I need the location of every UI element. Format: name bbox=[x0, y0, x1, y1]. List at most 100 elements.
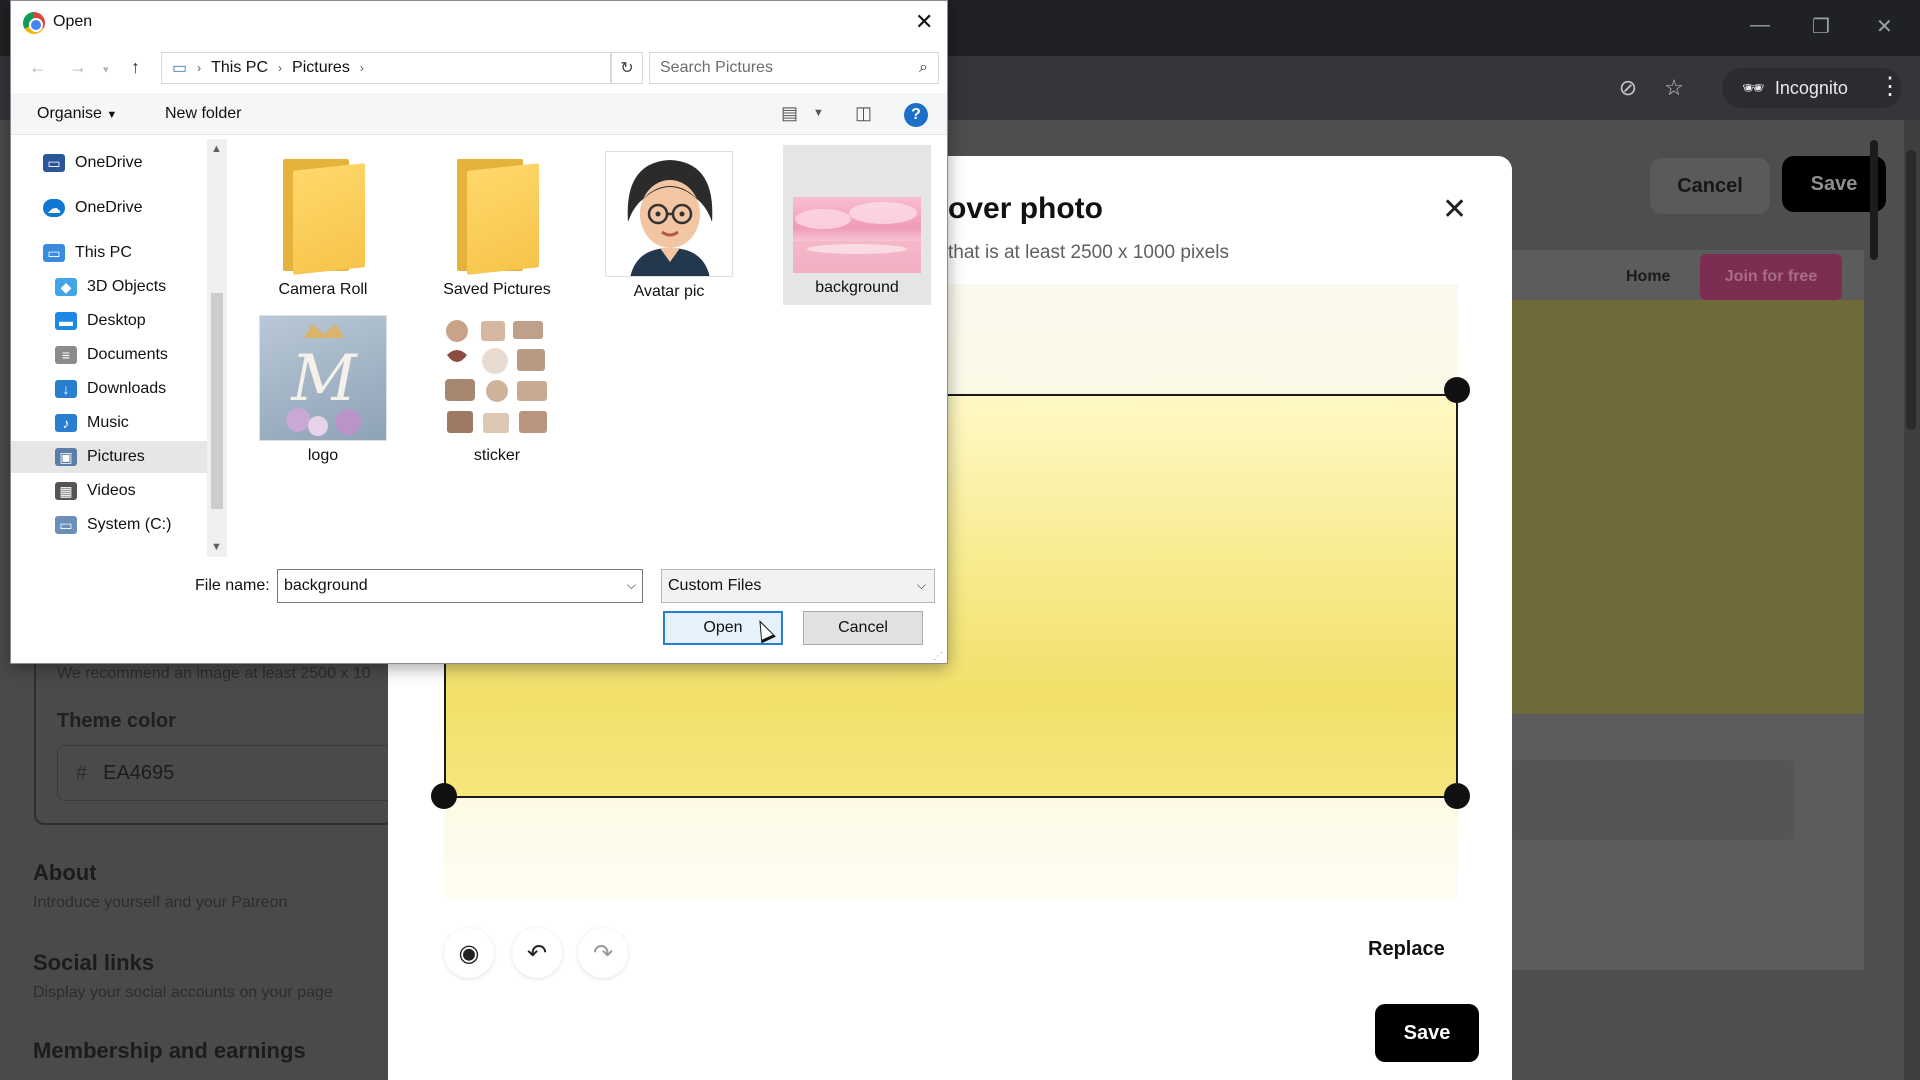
nav-item-downloads[interactable]: ↓ Downloads bbox=[11, 373, 211, 405]
nav-item-pictures[interactable]: ▣ Pictures bbox=[11, 441, 211, 473]
file-item-logo[interactable]: M logo bbox=[249, 309, 397, 469]
nav-item-this-pc[interactable]: ▭ This PC bbox=[11, 237, 211, 269]
file-view: Camera Roll Saved Pictures Avatar pic ba… bbox=[229, 139, 947, 557]
tracking-protection-icon[interactable]: ⊘ bbox=[1612, 72, 1644, 104]
browser-menu-icon[interactable]: ⋮ bbox=[1878, 72, 1902, 101]
file-type-dropdown-icon[interactable]: ⌵ bbox=[917, 578, 926, 593]
theme-color-value: EA4695 bbox=[103, 761, 175, 784]
bookmark-star-icon[interactable]: ☆ bbox=[1658, 72, 1690, 104]
nav-item-videos[interactable]: ▦ Videos bbox=[11, 475, 211, 507]
address-pc-icon: ▭ bbox=[172, 60, 188, 77]
desktop-icon: ▬ bbox=[55, 312, 77, 330]
file-name-label: File name: bbox=[195, 577, 270, 594]
theme-color-label: Theme color bbox=[57, 710, 176, 732]
back-arrow-icon[interactable]: ← bbox=[29, 57, 47, 78]
cube-icon: ◆ bbox=[55, 278, 77, 296]
pictures-icon: ▣ bbox=[55, 448, 77, 466]
search-box[interactable]: ⌕ bbox=[649, 52, 939, 84]
logo-thumbnail: M bbox=[259, 315, 387, 441]
file-item-sticker[interactable]: sticker bbox=[423, 309, 571, 469]
search-icon[interactable]: ⌕ bbox=[919, 59, 928, 77]
page-cancel-button[interactable]: Cancel bbox=[1650, 158, 1770, 214]
file-item-saved-pictures[interactable]: Saved Pictures bbox=[423, 145, 571, 305]
crop-handle-bottom-right[interactable] bbox=[1444, 783, 1470, 809]
nav-item-label: OneDrive bbox=[75, 199, 143, 216]
preview-cover bbox=[1512, 300, 1864, 714]
recent-dropdown-icon[interactable]: ▾ bbox=[103, 63, 109, 76]
resize-grip-icon[interactable]: ⋰ bbox=[933, 651, 943, 662]
address-row: ← → ▾ ↑ ▭ › This PC › Pictures › ⌵ ↻ ⌕ bbox=[11, 49, 947, 87]
replace-button[interactable]: Replace bbox=[1368, 938, 1445, 961]
file-item-background[interactable]: background bbox=[783, 145, 931, 305]
nav-item-onedrive-business[interactable]: ▭ OneDrive bbox=[11, 147, 211, 179]
crop-handle-top-right[interactable] bbox=[1444, 377, 1470, 403]
minimize-icon[interactable]: — bbox=[1750, 14, 1770, 37]
breadcrumb-pictures[interactable]: Pictures bbox=[292, 59, 350, 77]
dialog-titlebar[interactable]: Open ✕ bbox=[11, 1, 947, 43]
window-close-icon[interactable]: ✕ bbox=[1876, 14, 1893, 39]
file-item-camera-roll[interactable]: Camera Roll bbox=[249, 145, 397, 305]
nav-item-system-c[interactable]: ▭ System (C:) bbox=[11, 509, 211, 541]
nav-item-label: Downloads bbox=[87, 380, 167, 397]
redo-icon[interactable]: ↷ bbox=[578, 928, 628, 978]
open-file-dialog: Open ✕ ← → ▾ ↑ ▭ › This PC › Pictures › … bbox=[10, 0, 948, 664]
file-name-input[interactable]: background ⌵ bbox=[277, 569, 643, 603]
film-icon: ▦ bbox=[55, 482, 77, 500]
view-options-icon[interactable]: ▤ bbox=[781, 103, 798, 124]
forward-arrow-icon[interactable]: → bbox=[69, 57, 87, 78]
navigation-pane: ▭ OneDrive ☁ OneDrive ▭ This PC ◆ 3D Obj… bbox=[11, 139, 227, 557]
new-folder-button[interactable]: New folder bbox=[165, 105, 241, 123]
preview-eye-icon[interactable]: ◉ bbox=[444, 928, 494, 978]
scroll-up-icon[interactable]: ▲ bbox=[211, 143, 222, 155]
incognito-badge[interactable]: 🕶 Incognito bbox=[1722, 68, 1902, 108]
search-input[interactable] bbox=[660, 59, 900, 77]
dialog-close-icon[interactable]: ✕ bbox=[915, 9, 933, 35]
social-links-subtitle: Display your social accounts on your pag… bbox=[33, 984, 333, 1001]
chrome-logo-icon bbox=[23, 12, 45, 34]
file-label: sticker bbox=[473, 447, 521, 464]
nav-item-music[interactable]: ♪ Music bbox=[11, 407, 211, 439]
address-bar[interactable]: ▭ › This PC › Pictures › ⌵ bbox=[161, 52, 749, 84]
preview-pane-icon[interactable]: ◫ bbox=[855, 103, 872, 124]
up-arrow-icon[interactable]: ↑ bbox=[131, 57, 140, 78]
about-title[interactable]: About bbox=[33, 860, 97, 886]
organise-button[interactable]: Organise ▼ bbox=[37, 105, 117, 123]
breadcrumb-this-pc[interactable]: This PC bbox=[211, 59, 268, 77]
file-type-select[interactable]: Custom Files ⌵ bbox=[661, 569, 935, 603]
preview-home-link: Home bbox=[1626, 268, 1671, 285]
nav-item-label: Videos bbox=[87, 482, 136, 499]
social-links-title[interactable]: Social links bbox=[33, 950, 154, 976]
file-type-value: Custom Files bbox=[668, 577, 762, 594]
nav-item-onedrive[interactable]: ☁ OneDrive bbox=[11, 192, 211, 224]
restore-icon[interactable]: ❐ bbox=[1812, 14, 1830, 39]
file-name-value: background bbox=[284, 577, 368, 594]
file-item-avatar-pic[interactable]: Avatar pic bbox=[595, 145, 743, 305]
nav-item-documents[interactable]: ≡ Documents bbox=[11, 339, 211, 371]
modal-save-button[interactable]: Save bbox=[1375, 1004, 1479, 1062]
theme-color-input[interactable]: # EA4695 bbox=[57, 745, 397, 801]
preview-scroll-thumb[interactable] bbox=[1870, 140, 1878, 260]
file-label: Avatar pic bbox=[633, 283, 705, 300]
hash-prefix: # bbox=[76, 761, 88, 784]
folder-icon bbox=[451, 159, 543, 275]
crop-handle-bottom-left[interactable] bbox=[431, 783, 457, 809]
nav-scroll-thumb[interactable] bbox=[211, 293, 223, 509]
page-scroll-thumb[interactable] bbox=[1906, 150, 1916, 430]
file-name-dropdown-icon[interactable]: ⌵ bbox=[627, 578, 636, 593]
view-dropdown-icon[interactable]: ▼ bbox=[813, 107, 824, 119]
cancel-button[interactable]: Cancel bbox=[803, 611, 923, 645]
nav-item-3d-objects[interactable]: ◆ 3D Objects bbox=[11, 271, 211, 303]
membership-title[interactable]: Membership and earnings bbox=[33, 1038, 306, 1064]
scroll-down-icon[interactable]: ▼ bbox=[211, 541, 222, 553]
computer-icon: ▭ bbox=[43, 244, 65, 262]
page-preview-area: Cancel Save Home Join for free bbox=[1512, 120, 1920, 1080]
dialog-title: Open bbox=[53, 13, 93, 30]
undo-icon[interactable]: ↶ bbox=[512, 928, 562, 978]
help-icon[interactable]: ? bbox=[904, 103, 928, 127]
nav-item-desktop[interactable]: ▬ Desktop bbox=[11, 305, 211, 337]
file-label: Saved Pictures bbox=[443, 281, 551, 298]
onedrive-cloud-icon: ☁ bbox=[43, 199, 65, 217]
refresh-icon[interactable]: ↻ bbox=[611, 52, 643, 84]
modal-close-icon[interactable]: ✕ bbox=[1442, 192, 1467, 227]
modal-subtitle: that is at least 2500 x 1000 pixels bbox=[948, 242, 1229, 263]
